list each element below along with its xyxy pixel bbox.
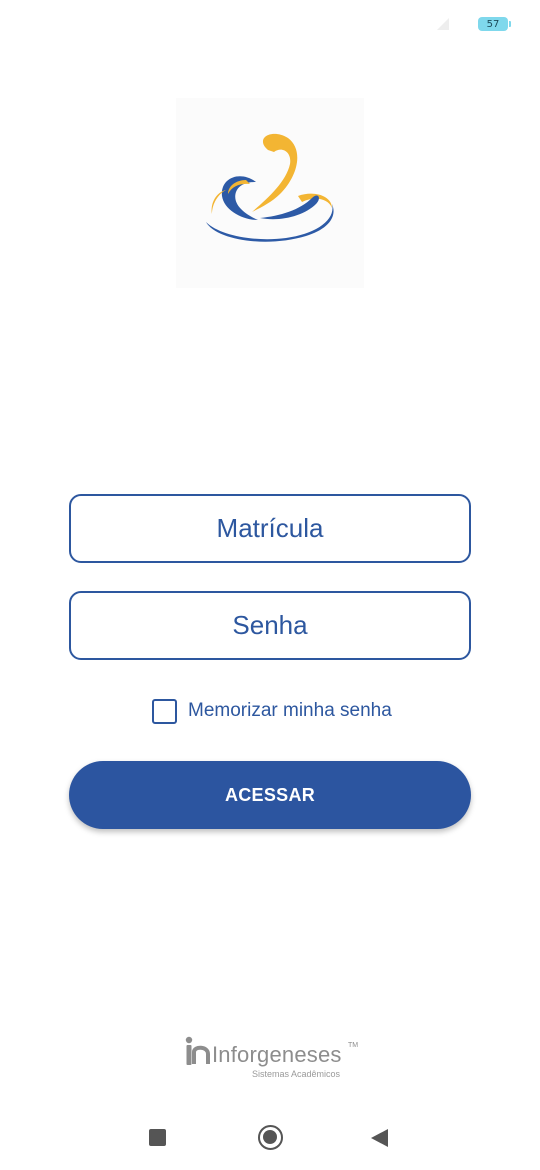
- institution-logo: [176, 98, 364, 288]
- remember-checkbox[interactable]: [152, 698, 177, 724]
- inforgeneses-logo-icon: [185, 1036, 210, 1065]
- acessar-button[interactable]: ACESSAR: [69, 761, 471, 829]
- battery-level: 57: [486, 18, 500, 30]
- matricula-input[interactable]: [71, 496, 469, 561]
- senha-input[interactable]: [71, 593, 469, 658]
- battery-icon: 57: [478, 17, 511, 31]
- back-icon[interactable]: [371, 1129, 388, 1147]
- remember-label: Memorizar minha senha: [188, 700, 392, 721]
- brand-name: Inforgeneses: [212, 1042, 342, 1067]
- recent-apps-icon[interactable]: [149, 1129, 166, 1146]
- wifi-signal-icon: [437, 18, 449, 30]
- home-icon[interactable]: [258, 1125, 283, 1150]
- navigation-bar: [0, 1105, 540, 1170]
- matricula-field[interactable]: [69, 494, 471, 563]
- remember-password-toggle[interactable]: Memorizar minha senha: [152, 698, 392, 724]
- inforgeneses-brand: Inforgeneses TM Sistemas Acadêmicos: [184, 1034, 364, 1084]
- brand-tagline: Sistemas Acadêmicos: [252, 1069, 341, 1079]
- senha-field[interactable]: [69, 591, 471, 660]
- logo-icon: [206, 133, 334, 242]
- login-screen: 57 Memorizar minha senha ACESSAR: [0, 0, 540, 1170]
- brand-trademark: TM: [348, 1042, 359, 1049]
- status-bar: 57: [0, 0, 540, 44]
